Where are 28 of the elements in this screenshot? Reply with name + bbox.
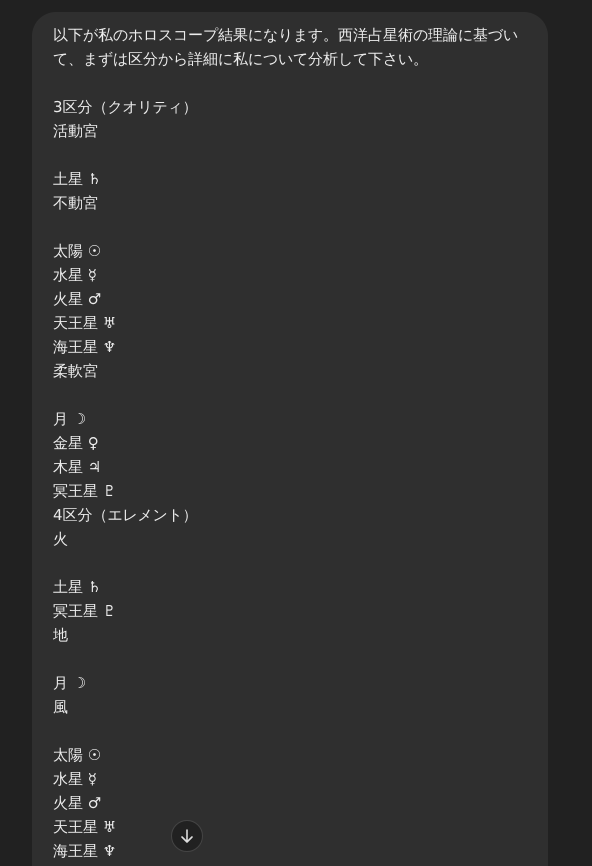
message-line: 柔軟宮: [53, 361, 98, 382]
message-line: 太陽 ☉: [53, 745, 102, 766]
message-line: 天王星 ♅: [53, 817, 116, 838]
message-line: 金星 ♀: [53, 433, 99, 454]
message-line: 土星 ♄: [53, 577, 102, 598]
message-line: 地: [53, 625, 68, 646]
message-line: 天王星 ♅: [53, 313, 116, 334]
message-line: 活動宮: [53, 121, 98, 142]
message-line: 月 ☽: [53, 673, 86, 694]
message-line: 風: [53, 697, 68, 718]
message-line: 水星 ☿: [53, 265, 97, 286]
message-line: 4区分（エレメント）: [53, 505, 198, 526]
arrow-down-icon: [179, 828, 195, 844]
message-line: 冥王星 ♇: [53, 601, 116, 622]
message-line: 冥王星 ♇: [53, 481, 116, 502]
message-line: 木星 ♃: [53, 457, 102, 478]
message-line: 太陽 ☉: [53, 241, 102, 262]
message-line: 土星 ♄: [53, 169, 102, 190]
message-line: 3区分（クオリティ）: [53, 97, 198, 118]
message-line: 月 ☽: [53, 409, 86, 430]
message-line: 火星 ♂: [53, 793, 102, 814]
message-line: 海王星 ♆: [53, 337, 116, 358]
message-line: 水星 ☿: [53, 769, 97, 790]
message-line: 以下が私のホロスコープ結果になります。西洋占星術の理論に基づいて、まずは区分から詳細に私について分析して下さい。: [53, 25, 519, 70]
message-line: 火星 ♂: [53, 289, 102, 310]
message-line: 海王星 ♆: [53, 841, 116, 862]
message-line: 不動宮: [53, 193, 98, 214]
message-line: 火: [53, 529, 68, 550]
